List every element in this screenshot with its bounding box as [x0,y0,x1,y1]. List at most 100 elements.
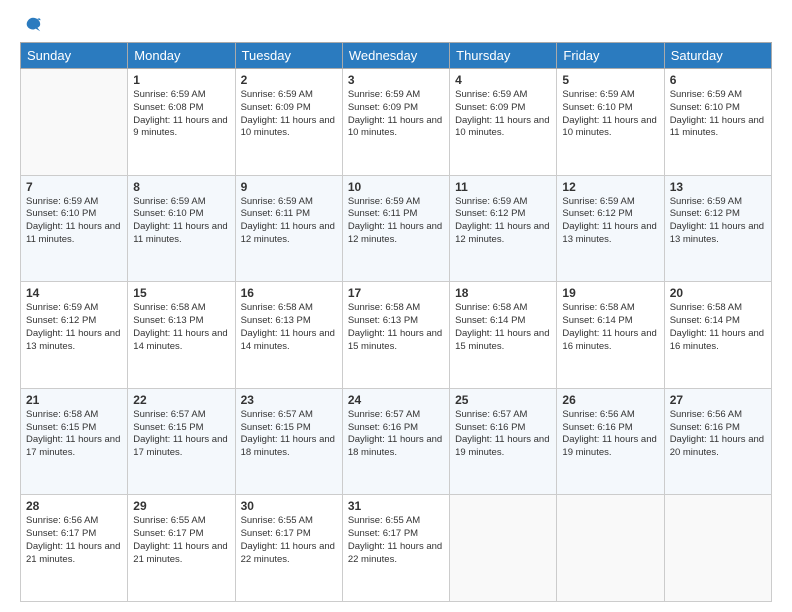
day-cell: 14 Sunrise: 6:59 AMSunset: 6:12 PMDaylig… [21,282,128,389]
day-cell: 26 Sunrise: 6:56 AMSunset: 6:16 PMDaylig… [557,388,664,495]
header-day-friday: Friday [557,43,664,69]
day-info: Sunrise: 6:59 AMSunset: 6:12 PMDaylight:… [26,302,120,351]
day-info: Sunrise: 6:59 AMSunset: 6:11 PMDaylight:… [241,196,335,245]
day-cell: 25 Sunrise: 6:57 AMSunset: 6:16 PMDaylig… [450,388,557,495]
logo [20,16,44,34]
day-number: 12 [562,180,658,194]
day-cell: 11 Sunrise: 6:59 AMSunset: 6:12 PMDaylig… [450,175,557,282]
day-info: Sunrise: 6:59 AMSunset: 6:10 PMDaylight:… [133,196,227,245]
week-row-3: 14 Sunrise: 6:59 AMSunset: 6:12 PMDaylig… [21,282,772,389]
header-day-wednesday: Wednesday [342,43,449,69]
day-cell [664,495,771,602]
day-number: 18 [455,286,551,300]
day-cell: 1 Sunrise: 6:59 AMSunset: 6:08 PMDayligh… [128,69,235,176]
day-info: Sunrise: 6:59 AMSunset: 6:11 PMDaylight:… [348,196,442,245]
day-info: Sunrise: 6:58 AMSunset: 6:13 PMDaylight:… [348,302,442,351]
day-number: 26 [562,393,658,407]
day-info: Sunrise: 6:59 AMSunset: 6:12 PMDaylight:… [455,196,549,245]
day-number: 1 [133,73,229,87]
day-cell: 9 Sunrise: 6:59 AMSunset: 6:11 PMDayligh… [235,175,342,282]
week-row-4: 21 Sunrise: 6:58 AMSunset: 6:15 PMDaylig… [21,388,772,495]
day-number: 8 [133,180,229,194]
day-info: Sunrise: 6:59 AMSunset: 6:09 PMDaylight:… [241,89,335,138]
day-number: 11 [455,180,551,194]
day-number: 21 [26,393,122,407]
week-row-2: 7 Sunrise: 6:59 AMSunset: 6:10 PMDayligh… [21,175,772,282]
day-info: Sunrise: 6:56 AMSunset: 6:16 PMDaylight:… [670,409,764,458]
header-day-tuesday: Tuesday [235,43,342,69]
day-cell: 28 Sunrise: 6:56 AMSunset: 6:17 PMDaylig… [21,495,128,602]
day-cell: 24 Sunrise: 6:57 AMSunset: 6:16 PMDaylig… [342,388,449,495]
day-info: Sunrise: 6:59 AMSunset: 6:10 PMDaylight:… [670,89,764,138]
day-cell: 17 Sunrise: 6:58 AMSunset: 6:13 PMDaylig… [342,282,449,389]
day-info: Sunrise: 6:59 AMSunset: 6:08 PMDaylight:… [133,89,227,138]
day-number: 10 [348,180,444,194]
day-info: Sunrise: 6:58 AMSunset: 6:13 PMDaylight:… [241,302,335,351]
day-cell: 20 Sunrise: 6:58 AMSunset: 6:14 PMDaylig… [664,282,771,389]
day-info: Sunrise: 6:59 AMSunset: 6:10 PMDaylight:… [562,89,656,138]
day-cell: 22 Sunrise: 6:57 AMSunset: 6:15 PMDaylig… [128,388,235,495]
day-number: 20 [670,286,766,300]
day-number: 6 [670,73,766,87]
day-info: Sunrise: 6:59 AMSunset: 6:09 PMDaylight:… [348,89,442,138]
header-day-thursday: Thursday [450,43,557,69]
day-number: 24 [348,393,444,407]
day-cell: 15 Sunrise: 6:58 AMSunset: 6:13 PMDaylig… [128,282,235,389]
day-info: Sunrise: 6:58 AMSunset: 6:14 PMDaylight:… [670,302,764,351]
header-day-sunday: Sunday [21,43,128,69]
day-number: 31 [348,499,444,513]
day-number: 30 [241,499,337,513]
day-info: Sunrise: 6:57 AMSunset: 6:15 PMDaylight:… [241,409,335,458]
day-info: Sunrise: 6:56 AMSunset: 6:16 PMDaylight:… [562,409,656,458]
week-row-1: 1 Sunrise: 6:59 AMSunset: 6:08 PMDayligh… [21,69,772,176]
week-row-5: 28 Sunrise: 6:56 AMSunset: 6:17 PMDaylig… [21,495,772,602]
day-info: Sunrise: 6:57 AMSunset: 6:16 PMDaylight:… [348,409,442,458]
day-number: 5 [562,73,658,87]
day-cell: 8 Sunrise: 6:59 AMSunset: 6:10 PMDayligh… [128,175,235,282]
day-info: Sunrise: 6:58 AMSunset: 6:14 PMDaylight:… [562,302,656,351]
header-row: SundayMondayTuesdayWednesdayThursdayFrid… [21,43,772,69]
day-info: Sunrise: 6:55 AMSunset: 6:17 PMDaylight:… [348,515,442,564]
day-info: Sunrise: 6:56 AMSunset: 6:17 PMDaylight:… [26,515,120,564]
day-info: Sunrise: 6:57 AMSunset: 6:16 PMDaylight:… [455,409,549,458]
day-cell: 23 Sunrise: 6:57 AMSunset: 6:15 PMDaylig… [235,388,342,495]
day-info: Sunrise: 6:55 AMSunset: 6:17 PMDaylight:… [133,515,227,564]
day-number: 4 [455,73,551,87]
day-info: Sunrise: 6:59 AMSunset: 6:09 PMDaylight:… [455,89,549,138]
day-info: Sunrise: 6:59 AMSunset: 6:12 PMDaylight:… [670,196,764,245]
day-cell: 30 Sunrise: 6:55 AMSunset: 6:17 PMDaylig… [235,495,342,602]
day-number: 25 [455,393,551,407]
day-cell: 3 Sunrise: 6:59 AMSunset: 6:09 PMDayligh… [342,69,449,176]
day-number: 23 [241,393,337,407]
day-cell: 21 Sunrise: 6:58 AMSunset: 6:15 PMDaylig… [21,388,128,495]
day-cell: 6 Sunrise: 6:59 AMSunset: 6:10 PMDayligh… [664,69,771,176]
day-info: Sunrise: 6:58 AMSunset: 6:13 PMDaylight:… [133,302,227,351]
day-cell: 12 Sunrise: 6:59 AMSunset: 6:12 PMDaylig… [557,175,664,282]
day-number: 28 [26,499,122,513]
day-number: 29 [133,499,229,513]
day-number: 17 [348,286,444,300]
day-cell: 16 Sunrise: 6:58 AMSunset: 6:13 PMDaylig… [235,282,342,389]
day-info: Sunrise: 6:55 AMSunset: 6:17 PMDaylight:… [241,515,335,564]
day-cell: 19 Sunrise: 6:58 AMSunset: 6:14 PMDaylig… [557,282,664,389]
day-info: Sunrise: 6:58 AMSunset: 6:14 PMDaylight:… [455,302,549,351]
day-number: 9 [241,180,337,194]
day-number: 3 [348,73,444,87]
day-number: 19 [562,286,658,300]
header-day-monday: Monday [128,43,235,69]
day-cell: 13 Sunrise: 6:59 AMSunset: 6:12 PMDaylig… [664,175,771,282]
day-number: 27 [670,393,766,407]
day-cell: 31 Sunrise: 6:55 AMSunset: 6:17 PMDaylig… [342,495,449,602]
day-cell: 2 Sunrise: 6:59 AMSunset: 6:09 PMDayligh… [235,69,342,176]
day-number: 14 [26,286,122,300]
header [20,16,772,34]
day-number: 22 [133,393,229,407]
day-info: Sunrise: 6:57 AMSunset: 6:15 PMDaylight:… [133,409,227,458]
day-cell: 10 Sunrise: 6:59 AMSunset: 6:11 PMDaylig… [342,175,449,282]
day-cell: 5 Sunrise: 6:59 AMSunset: 6:10 PMDayligh… [557,69,664,176]
day-number: 7 [26,180,122,194]
day-number: 13 [670,180,766,194]
day-info: Sunrise: 6:58 AMSunset: 6:15 PMDaylight:… [26,409,120,458]
day-cell: 27 Sunrise: 6:56 AMSunset: 6:16 PMDaylig… [664,388,771,495]
day-cell: 29 Sunrise: 6:55 AMSunset: 6:17 PMDaylig… [128,495,235,602]
